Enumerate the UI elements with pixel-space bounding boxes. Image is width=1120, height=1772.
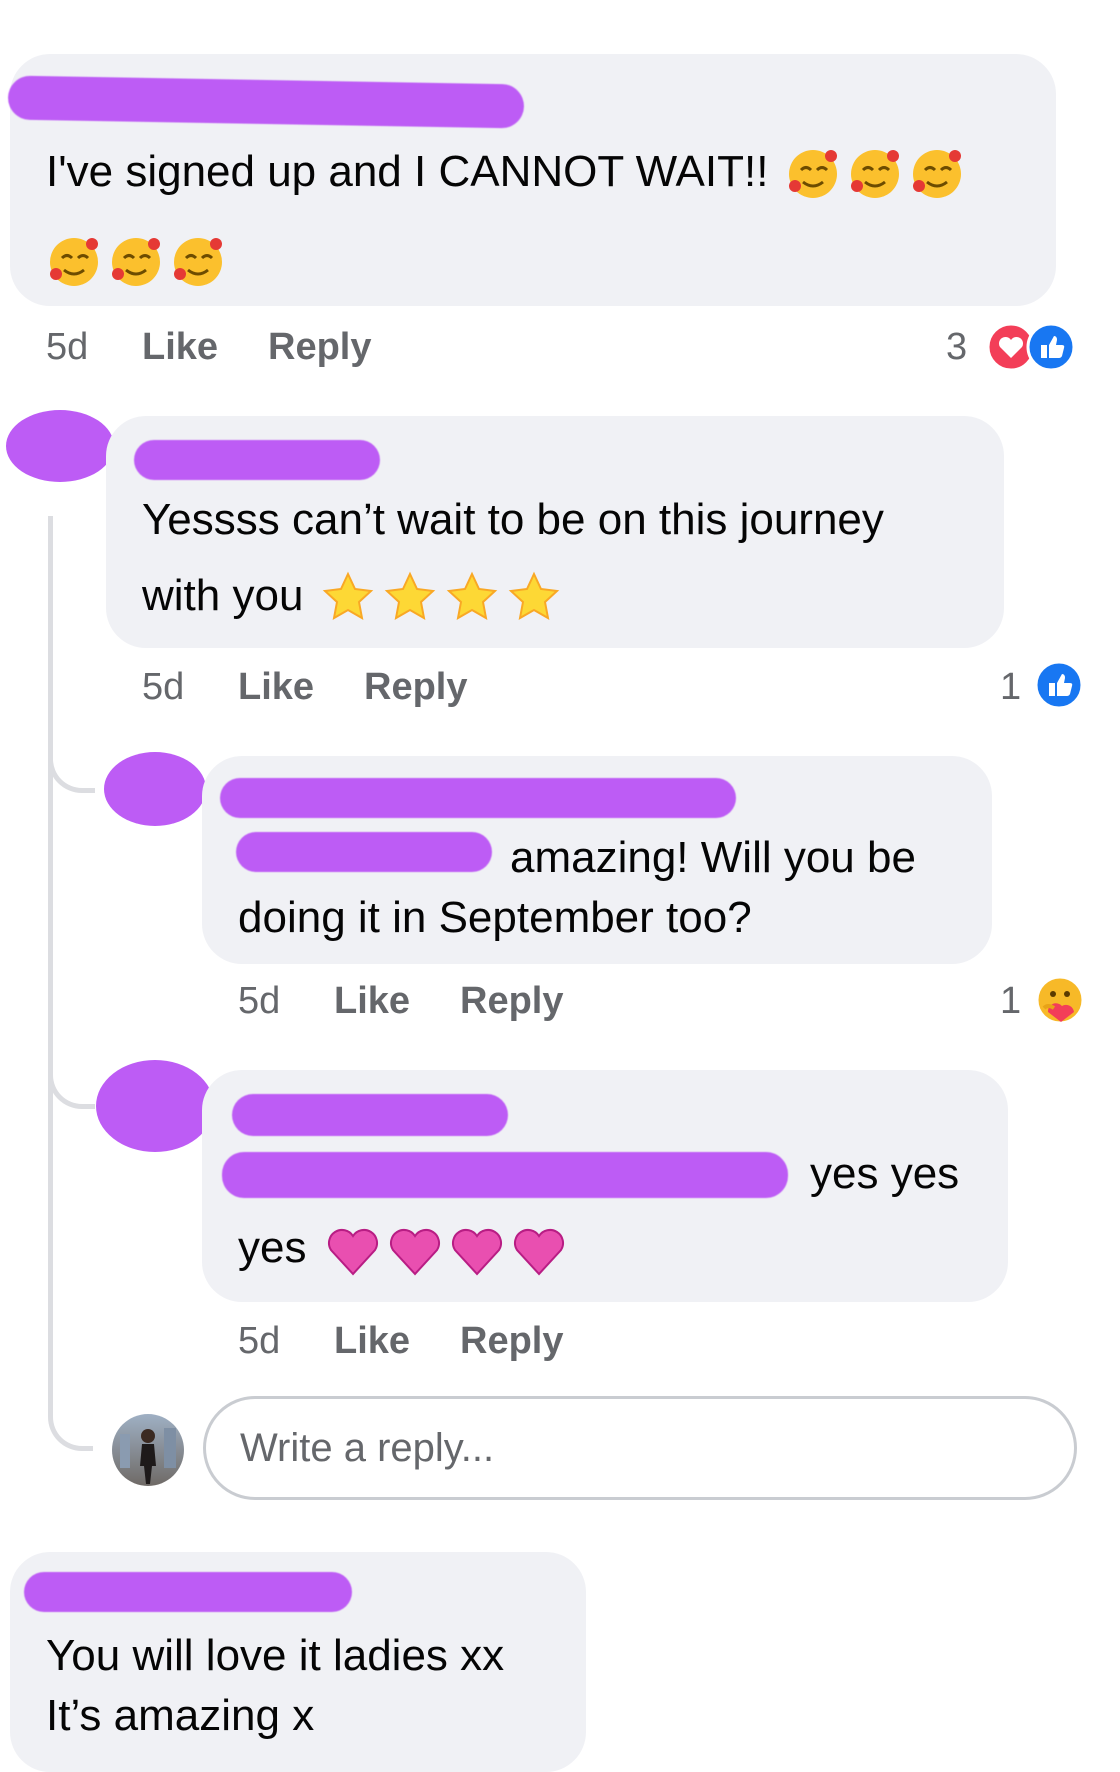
redacted-mention [236, 832, 492, 872]
reply-connector [48, 730, 95, 793]
comment-text: I've signed up and I CANNOT WAIT!! [46, 136, 967, 208]
redacted-mention [222, 1152, 788, 1198]
like-button[interactable]: Like [334, 1320, 410, 1363]
like-button[interactable]: Like [238, 666, 314, 709]
reply-connector [48, 1390, 93, 1451]
comment-timestamp: 5d [142, 666, 185, 708]
redacted-author-name [232, 1094, 508, 1136]
reply-button[interactable]: Reply [460, 980, 563, 1023]
redacted-author-name [134, 440, 380, 480]
reply-input[interactable] [203, 1396, 1077, 1500]
smiling-face-with-hearts-emoji-row [781, 147, 967, 199]
like-button[interactable]: Like [142, 326, 218, 369]
reply-button[interactable]: Reply [460, 1320, 563, 1363]
comment-timestamp: 5d [238, 1320, 281, 1362]
glowing-star-icon [322, 572, 559, 621]
current-user-avatar[interactable] [112, 1414, 184, 1486]
like-reaction-icon[interactable] [1034, 660, 1084, 710]
comment-text: doing it in September too? [238, 893, 752, 942]
comment-text: It’s amazing x [46, 1691, 315, 1740]
comment-emoji-row [42, 224, 228, 296]
reply-button[interactable]: Reply [268, 326, 371, 369]
comment-text: with you [142, 560, 566, 632]
reply-thread-line [48, 516, 53, 1396]
reply-button[interactable]: Reply [364, 666, 467, 709]
redacted-author-name [220, 778, 736, 818]
reply-connector [48, 1040, 95, 1109]
comment-timestamp: 5d [46, 326, 89, 368]
comment-text: Yessss can’t wait to be on this journey [142, 495, 884, 544]
like-reaction-icon[interactable] [1026, 322, 1076, 372]
commenter-avatar[interactable] [104, 752, 206, 826]
reaction-count[interactable]: 3 [946, 326, 967, 369]
reaction-count[interactable]: 1 [1000, 980, 1021, 1023]
smiling-face-with-hearts-icon [50, 238, 222, 287]
comment-text: yes [238, 1212, 569, 1284]
redacted-author-name [24, 1572, 352, 1612]
commenter-avatar[interactable] [96, 1060, 214, 1152]
like-button[interactable]: Like [334, 980, 410, 1023]
commenter-avatar[interactable] [6, 410, 114, 482]
comment-text: yes yes [810, 1149, 960, 1198]
care-reaction-icon[interactable] [1034, 974, 1086, 1026]
user-photo-icon [120, 1428, 176, 1484]
comment-timestamp: 5d [238, 980, 281, 1022]
redacted-author-name [7, 75, 525, 129]
smiling-face-with-hearts-icon [788, 150, 961, 199]
sparkling-heart-icon [327, 1229, 564, 1276]
reaction-count[interactable]: 1 [1000, 666, 1021, 709]
